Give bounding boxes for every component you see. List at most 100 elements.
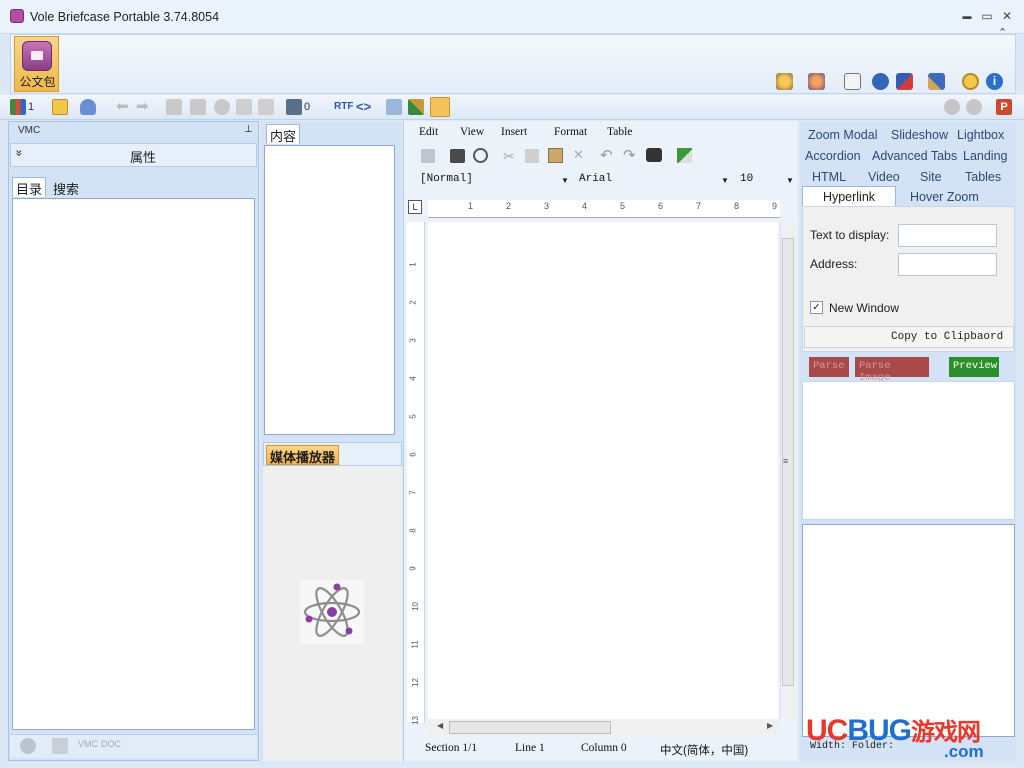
document-page[interactable] bbox=[428, 222, 778, 719]
vertical-ruler-mark: 6 bbox=[408, 452, 418, 457]
paint-icon[interactable] bbox=[776, 73, 793, 90]
menu-format[interactable]: Format bbox=[554, 126, 587, 138]
window-title: Vole Briefcase Portable 3.74.8054 bbox=[30, 10, 220, 24]
size-dropdown-icon[interactable]: ▼ bbox=[786, 176, 794, 185]
pin-icon[interactable]: ⊥ bbox=[244, 124, 253, 135]
font-select[interactable]: Arial bbox=[577, 173, 733, 190]
spellcheck-icon[interactable] bbox=[677, 148, 692, 163]
redo-icon[interactable]: ↷ bbox=[623, 146, 636, 164]
catalog-tree[interactable] bbox=[12, 198, 255, 730]
menu-table[interactable]: Table bbox=[607, 126, 632, 138]
content-list[interactable] bbox=[264, 145, 395, 435]
edit-tools-icon[interactable] bbox=[408, 99, 424, 115]
forward-icon[interactable]: ➡ bbox=[136, 99, 152, 115]
link-accordion[interactable]: Accordion bbox=[805, 149, 861, 163]
font-icon[interactable] bbox=[386, 99, 402, 115]
tab-catalog[interactable]: 目录 bbox=[12, 177, 47, 197]
medal-icon[interactable] bbox=[962, 73, 979, 90]
copy-to-clipboard-button[interactable]: Copy to Clipbaord bbox=[891, 331, 1003, 343]
globe-gray-icon[interactable] bbox=[20, 738, 36, 754]
address-input[interactable] bbox=[898, 253, 997, 276]
link-html[interactable]: HTML bbox=[812, 170, 846, 184]
parse-button[interactable]: Parse bbox=[809, 357, 849, 377]
print-preview-icon[interactable] bbox=[473, 148, 488, 163]
link-landing[interactable]: Landing bbox=[963, 149, 1008, 163]
doc-gray-icon-1[interactable] bbox=[166, 99, 182, 115]
style-select[interactable]: [Normal] bbox=[418, 173, 572, 190]
cut-icon[interactable]: ✂ bbox=[503, 148, 515, 165]
save-icon[interactable] bbox=[421, 149, 435, 163]
horizontal-scroll-thumb[interactable] bbox=[449, 721, 611, 734]
doc-gray-icon-2[interactable] bbox=[190, 99, 206, 115]
globe-icon[interactable] bbox=[872, 73, 889, 90]
link-site[interactable]: Site bbox=[920, 170, 942, 184]
link-video[interactable]: Video bbox=[868, 170, 900, 184]
rtf-icon[interactable]: RTF bbox=[334, 101, 353, 112]
main-toolbar bbox=[0, 95, 1024, 120]
new-window-checkbox[interactable]: ✓ bbox=[810, 301, 823, 314]
user-gray-icon[interactable] bbox=[214, 99, 230, 115]
calendar-icon[interactable] bbox=[286, 99, 302, 115]
link-advanced-tabs[interactable]: Advanced Tabs bbox=[872, 149, 957, 163]
link-zoom-modal[interactable]: Zoom Modal bbox=[808, 128, 877, 142]
text-to-display-input[interactable] bbox=[898, 224, 997, 247]
ruler-mark: 4 bbox=[582, 201, 588, 211]
flag-icon[interactable] bbox=[896, 73, 913, 90]
vertical-ruler-mark: 1 bbox=[408, 262, 418, 267]
preview-pane bbox=[802, 381, 1015, 520]
briefcase-app-icon bbox=[10, 9, 24, 23]
back-icon[interactable]: ⬅ bbox=[116, 99, 132, 115]
tools-icon[interactable] bbox=[928, 73, 945, 90]
chart-icon[interactable] bbox=[10, 99, 26, 115]
code-icon[interactable]: <> bbox=[356, 99, 372, 115]
tab-media-player[interactable]: 媒体播放器 bbox=[266, 445, 340, 465]
status-column: Column 0 bbox=[581, 742, 627, 754]
close-button[interactable]: ✕ bbox=[1000, 10, 1014, 22]
link-lightbox[interactable]: Lightbox bbox=[957, 128, 1004, 142]
delete-icon[interactable]: ✕ bbox=[573, 147, 584, 163]
maximize-button[interactable]: ▭ bbox=[980, 10, 994, 22]
left-bottom-toolbar bbox=[10, 734, 257, 758]
font-dropdown-icon[interactable]: ▼ bbox=[721, 176, 729, 185]
folder-gray-icon[interactable] bbox=[236, 99, 252, 115]
tab-stop-icon[interactable]: L bbox=[408, 200, 422, 214]
copy-icon[interactable] bbox=[525, 149, 539, 163]
print-icon[interactable] bbox=[450, 149, 465, 163]
vertical-ruler-mark: 8 bbox=[408, 528, 418, 533]
image-gray-icon[interactable] bbox=[52, 738, 68, 754]
scroll-left-icon[interactable]: ◀ bbox=[437, 721, 443, 730]
ribbon-collapse-icon[interactable]: ⌃ bbox=[998, 26, 1007, 39]
horizontal-ruler[interactable]: 1 2 3 4 5 6 7 8 9 bbox=[428, 200, 780, 218]
note-icon[interactable] bbox=[52, 99, 68, 115]
tab-hover-zoom[interactable]: Hover Zoom bbox=[910, 190, 979, 204]
collapse-icon[interactable]: » bbox=[12, 150, 26, 157]
nav-forward-icon[interactable] bbox=[966, 99, 982, 115]
powerpoint-icon[interactable]: P bbox=[996, 99, 1012, 115]
paste-icon[interactable] bbox=[548, 148, 563, 163]
scroll-right-icon[interactable]: ▶ bbox=[767, 721, 773, 730]
minimize-button[interactable]: ▬ bbox=[960, 10, 974, 22]
undo-icon[interactable]: ↶ bbox=[600, 146, 613, 164]
tab-content[interactable]: 内容 bbox=[266, 124, 301, 144]
tab-hyperlink[interactable]: Hyperlink bbox=[802, 186, 896, 207]
link-slideshow[interactable]: Slideshow bbox=[891, 128, 948, 142]
parse-image-button[interactable]: Parse Image bbox=[855, 357, 929, 384]
magic-icon[interactable] bbox=[808, 73, 825, 90]
menu-insert[interactable]: Insert bbox=[501, 126, 527, 138]
preview-button[interactable]: Preview bbox=[949, 357, 999, 377]
vmc-gray-icon[interactable]: VMC bbox=[78, 739, 98, 749]
menu-edit[interactable]: Edit bbox=[419, 126, 438, 138]
code-gray-icon[interactable] bbox=[258, 99, 274, 115]
stack-icon[interactable] bbox=[80, 99, 96, 115]
nav-back-icon[interactable] bbox=[944, 99, 960, 115]
style-dropdown-icon[interactable]: ▼ bbox=[561, 176, 569, 185]
link-tables[interactable]: Tables bbox=[965, 170, 1001, 184]
info-icon[interactable]: i bbox=[986, 73, 1003, 90]
find-icon[interactable] bbox=[646, 148, 662, 162]
layout-toggle-icon[interactable] bbox=[430, 97, 450, 117]
menu-view[interactable]: View bbox=[460, 126, 484, 138]
book-icon[interactable] bbox=[844, 73, 861, 90]
doc-text-gray-icon[interactable]: DOC bbox=[101, 739, 121, 749]
briefcase-tile[interactable]: 公文包 bbox=[14, 36, 59, 92]
tab-search[interactable]: 搜索 bbox=[49, 177, 83, 197]
